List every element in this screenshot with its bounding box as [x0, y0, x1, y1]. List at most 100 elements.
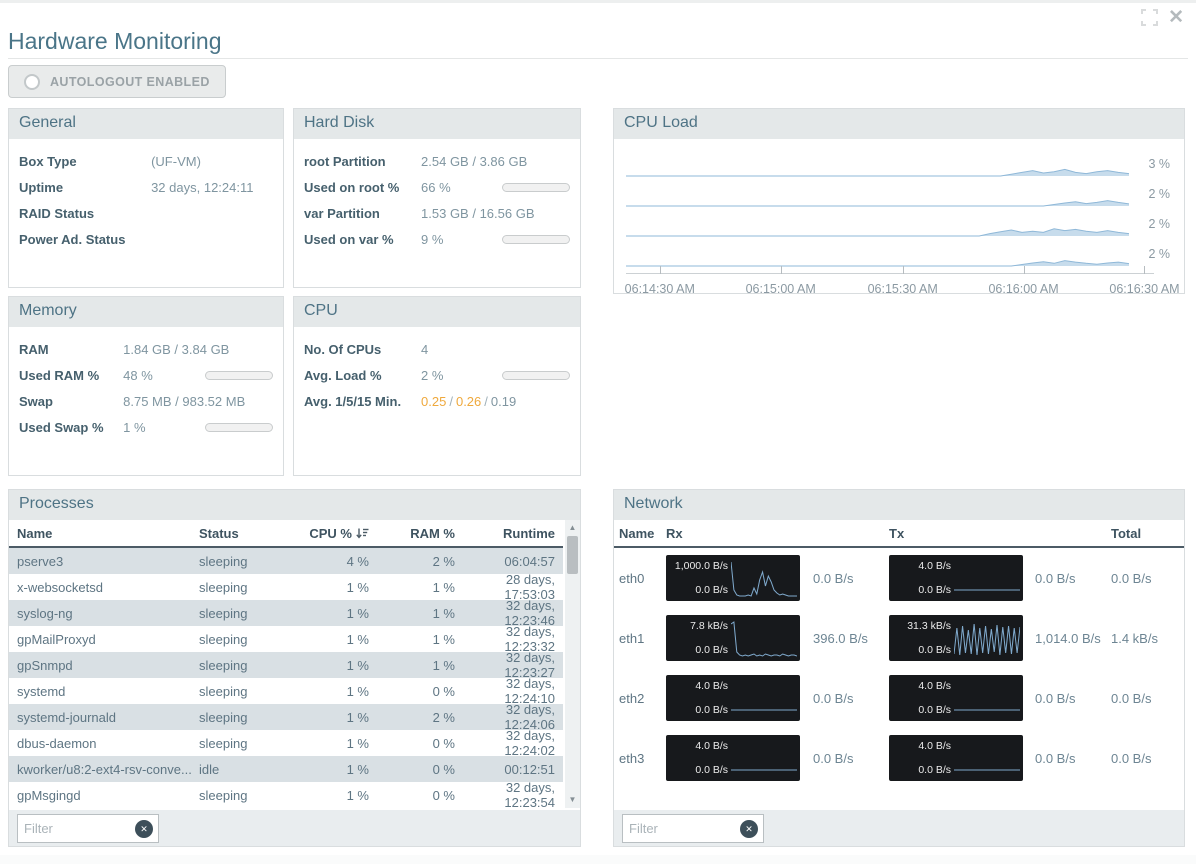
stat-label: No. Of CPUs — [304, 342, 421, 357]
load-1min: 0.25 — [421, 394, 446, 409]
cell-cpu: 1 % — [297, 606, 369, 621]
cell-status: idle — [199, 762, 297, 777]
cell-rx-value: 0.0 B/s — [800, 571, 889, 586]
panel-cpu-load: CPU Load 3 %2 %2 %2 % 06:14:30 AM06:15:0… — [613, 108, 1185, 294]
process-row[interactable]: gpMailProxydsleeping1 %1 %32 days, 12:23… — [9, 626, 563, 652]
panel-cpu-load-title: CPU Load — [614, 109, 1184, 139]
usage-progress-bar — [205, 371, 273, 380]
column-header-total[interactable]: Total — [1111, 526, 1179, 541]
cell-cpu: 1 % — [297, 710, 369, 725]
stat-row: RAID Status — [9, 200, 283, 226]
cpu-load-chart: 3 %2 %2 %2 % — [614, 139, 1184, 269]
autologout-label: AUTOLOGOUT ENABLED — [50, 75, 210, 89]
column-header-name[interactable]: Name — [619, 526, 666, 541]
scroll-down-icon[interactable]: ▼ — [565, 794, 580, 806]
stat-value: 66 % — [421, 180, 502, 195]
network-row[interactable]: eth01,000.0 B/s0.0 B/s0.0 B/s4.0 B/s0.0 … — [614, 548, 1184, 608]
stat-row: RAM 1.84 GB / 3.84 GB — [9, 336, 283, 362]
cpu-load-value-label: 2 % — [1129, 217, 1184, 231]
sort-descending-icon — [356, 528, 369, 539]
spark-min-label: 0.0 B/s — [893, 645, 951, 655]
cell-status: sleeping — [199, 710, 297, 725]
column-header-cpu[interactable]: CPU % — [297, 526, 369, 541]
autologout-toggle-button[interactable]: AUTOLOGOUT ENABLED — [8, 65, 226, 98]
network-row[interactable]: eth17.8 kB/s0.0 B/s396.0 B/s31.3 kB/s0.0… — [614, 608, 1184, 668]
network-filter-input[interactable] — [629, 815, 734, 842]
traffic-sparkline — [731, 557, 797, 599]
cell-ram: 0 % — [369, 684, 455, 699]
clear-filter-icon[interactable]: ✕ — [740, 820, 758, 838]
cell-cpu: 1 % — [297, 762, 369, 777]
traffic-sparkline-box: 4.0 B/s 0.0 B/s — [666, 675, 800, 721]
spark-min-label: 0.0 B/s — [893, 705, 951, 715]
cell-ram: 0 % — [369, 788, 455, 803]
stat-value: 9 % — [421, 232, 502, 247]
autologout-status-icon — [24, 74, 40, 90]
processes-filter-input[interactable] — [24, 815, 129, 842]
scroll-up-icon[interactable]: ▲ — [565, 522, 580, 534]
axis-tick — [1024, 266, 1025, 274]
process-row[interactable]: dbus-daemonsleeping1 %0 %32 days, 12:24:… — [9, 730, 563, 756]
scrollbar-thumb[interactable] — [567, 536, 578, 574]
axis-tick — [660, 266, 661, 274]
process-row[interactable]: syslog-ngsleeping1 %1 %32 days, 12:23:46 — [9, 600, 563, 626]
usage-progress-bar — [502, 183, 570, 192]
cell-runtime: 32 days, 12:24:02 — [455, 728, 555, 758]
column-header-status[interactable]: Status — [199, 526, 297, 541]
cell-status: sleeping — [199, 554, 297, 569]
stat-value-load-averages: 0.25/0.26/0.19 — [421, 394, 570, 409]
process-row[interactable]: gpMsgingdsleeping1 %0 %32 days, 12:23:54 — [9, 782, 563, 808]
load-15min: 0.19 — [491, 394, 516, 409]
stat-value: 1.84 GB / 3.84 GB — [123, 342, 273, 357]
cell-ram: 2 % — [369, 554, 455, 569]
usage-progress-bar — [502, 371, 570, 380]
panel-network-title: Network — [614, 490, 1184, 520]
stat-value: 1.53 GB / 16.56 GB — [421, 206, 570, 221]
column-header-runtime[interactable]: Runtime — [455, 526, 555, 541]
network-row[interactable]: eth34.0 B/s0.0 B/s0.0 B/s4.0 B/s0.0 B/s0… — [614, 728, 1184, 788]
cell-status: sleeping — [199, 788, 297, 803]
cell-ram: 1 % — [369, 658, 455, 673]
process-row[interactable]: pserve3sleeping4 %2 %06:04:57 — [9, 548, 563, 574]
stat-value: 1 % — [123, 420, 205, 435]
cell-cpu: 1 % — [297, 658, 369, 673]
spark-max-label: 4.0 B/s — [893, 741, 951, 751]
column-header-tx[interactable]: Tx — [889, 526, 1111, 541]
cell-interface-name: eth1 — [619, 631, 666, 646]
spark-max-label: 4.0 B/s — [670, 681, 728, 691]
column-header-ram[interactable]: RAM % — [369, 526, 455, 541]
stat-row: Used RAM % 48 % — [9, 362, 283, 388]
process-row[interactable]: systemd-journaldsleeping1 %2 %32 days, 1… — [9, 704, 563, 730]
scrollbar[interactable]: ▲ ▼ — [565, 520, 580, 808]
cell-name: kworker/u8:2-ext4-rsv-conve... — [17, 762, 199, 777]
axis-tick-label: 06:16:00 AM — [988, 282, 1058, 296]
process-row[interactable]: gpSnmpdsleeping1 %1 %32 days, 12:23:27 — [9, 652, 563, 678]
processes-filter-bar: ✕ — [9, 810, 580, 846]
spark-min-label: 0.0 B/s — [670, 705, 728, 715]
spark-max-label: 4.0 B/s — [670, 741, 728, 751]
process-row[interactable]: x-websocketsdsleeping1 %1 %28 days, 17:5… — [9, 574, 563, 600]
cell-cpu: 1 % — [297, 580, 369, 595]
panel-processes-title: Processes — [9, 490, 580, 520]
process-row[interactable]: kworker/u8:2-ext4-rsv-conve...idle1 %0 %… — [9, 756, 563, 782]
column-header-rx[interactable]: Rx — [666, 526, 889, 541]
fullscreen-icon[interactable] — [1141, 9, 1158, 26]
cell-cpu: 1 % — [297, 684, 369, 699]
panel-processes: Processes Name Status CPU % RAM % Runtim… — [8, 489, 581, 847]
stat-label: var Partition — [304, 206, 421, 221]
panel-memory-title: Memory — [9, 297, 283, 327]
network-table-header: Name Rx Tx Total — [614, 520, 1184, 548]
cpu-load-value-label: 3 % — [1129, 157, 1184, 171]
process-row[interactable]: systemdsleeping1 %0 %32 days, 12:24:10 — [9, 678, 563, 704]
cell-name: dbus-daemon — [17, 736, 199, 751]
network-row[interactable]: eth24.0 B/s0.0 B/s0.0 B/s4.0 B/s0.0 B/s0… — [614, 668, 1184, 728]
clear-filter-icon[interactable]: ✕ — [135, 820, 153, 838]
page-title: Hardware Monitoring — [8, 28, 221, 55]
column-header-name[interactable]: Name — [17, 526, 199, 541]
cell-rx-value: 396.0 B/s — [800, 631, 889, 646]
bottom-edge-strip — [0, 855, 1196, 864]
traffic-sparkline — [731, 737, 797, 779]
stat-label: Avg. Load % — [304, 368, 421, 383]
cell-total-value: 1.4 kB/s — [1111, 631, 1179, 646]
close-icon[interactable]: ✕ — [1168, 10, 1184, 26]
